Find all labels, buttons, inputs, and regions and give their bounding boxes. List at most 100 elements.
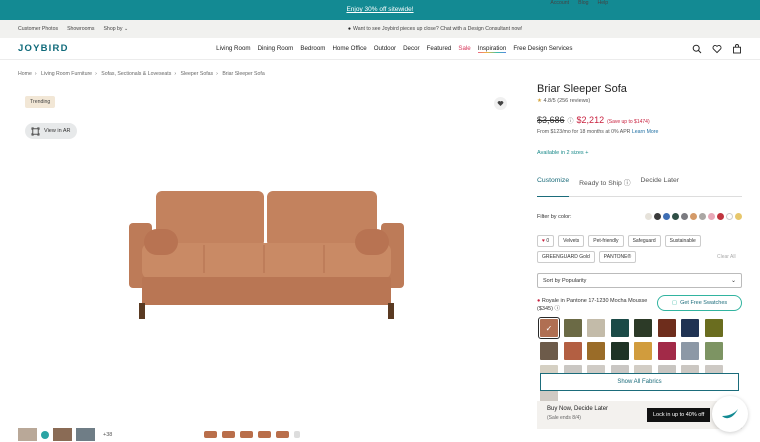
info-icon[interactable]: ⓘ bbox=[554, 306, 560, 312]
breadcrumb-sleeper-sofas[interactable]: Sleeper Sofas bbox=[181, 71, 214, 77]
nav-living-room[interactable]: Living Room bbox=[216, 45, 250, 53]
cart-icon[interactable] bbox=[732, 43, 742, 54]
thumbnail-image[interactable] bbox=[53, 428, 72, 441]
color-filter-dot[interactable] bbox=[717, 213, 724, 220]
nav-dining-room[interactable]: Dining Room bbox=[258, 45, 294, 53]
util-showrooms[interactable]: Showrooms bbox=[67, 26, 94, 32]
color-filter-dot[interactable] bbox=[645, 213, 652, 220]
fabric-swatch[interactable] bbox=[540, 342, 558, 360]
clear-all-link[interactable]: Clear All bbox=[717, 254, 736, 260]
thumbnail-image[interactable] bbox=[18, 428, 37, 441]
chip-safeguard[interactable]: Safeguard bbox=[627, 235, 661, 247]
fabric-swatch[interactable] bbox=[681, 342, 699, 360]
color-filter-dot[interactable] bbox=[672, 213, 679, 220]
logo[interactable]: JOYBIRD bbox=[18, 43, 69, 54]
tab-ready-to-ship[interactable]: Ready to Ship ⓘ bbox=[579, 177, 630, 196]
util-help[interactable]: Help bbox=[598, 0, 609, 6]
variant-thumb[interactable] bbox=[294, 431, 300, 438]
nav-bedroom[interactable]: Bedroom bbox=[300, 45, 325, 53]
nav-home-office[interactable]: Home Office bbox=[332, 45, 366, 53]
color-filter-dot[interactable] bbox=[708, 213, 715, 220]
fabric-swatch[interactable] bbox=[587, 319, 605, 337]
tab-customize[interactable]: Customize bbox=[537, 177, 570, 197]
tab-decide-later[interactable]: Decide Later bbox=[641, 177, 680, 196]
util-customer-photos[interactable]: Customer Photos bbox=[18, 26, 58, 32]
show-all-fabrics-button[interactable]: Show All Fabrics bbox=[540, 373, 739, 391]
util-shop-by[interactable]: Shop by ⌄ bbox=[103, 26, 128, 32]
utility-bar: Customer Photos Showrooms Shop by ⌄ ● Wan… bbox=[0, 0, 760, 38]
bird-icon bbox=[722, 409, 738, 419]
nav-sale[interactable]: Sale bbox=[458, 45, 470, 53]
util-chat-message[interactable]: ● Want to see Joybird pieces up close? Ch… bbox=[128, 26, 742, 32]
chip-sustainable[interactable]: Sustainable bbox=[664, 235, 701, 247]
view-in-ar-button[interactable]: View in AR bbox=[25, 123, 77, 139]
rating[interactable]: ★ 4.8/5 (256 reviews) bbox=[537, 98, 590, 104]
variant-thumb[interactable] bbox=[258, 431, 271, 438]
fabric-swatch[interactable] bbox=[610, 342, 629, 360]
fabric-swatch[interactable] bbox=[634, 342, 652, 360]
fabric-swatch[interactable] bbox=[681, 319, 699, 337]
variant-thumb[interactable] bbox=[204, 431, 217, 438]
fabric-swatch[interactable] bbox=[657, 319, 676, 337]
chip-greenguard[interactable]: GREENGUARD Gold bbox=[537, 251, 595, 263]
fabric-swatch[interactable] bbox=[634, 319, 652, 337]
variant-thumb[interactable] bbox=[222, 431, 235, 438]
filter-chips: ♥ 0 Velvets Pet-friendly Safeguard Susta… bbox=[537, 235, 742, 263]
fabric-swatch-grid: ✓ bbox=[538, 317, 743, 406]
selected-fabric: ● Royale in Pantone 17-1230 Mocha Mousse… bbox=[537, 298, 648, 312]
util-blog[interactable]: Blog bbox=[578, 0, 588, 6]
thumbnail-strip: +38 bbox=[18, 428, 112, 441]
size-variant-thumbnails bbox=[204, 431, 300, 438]
fabric-swatch[interactable]: ✓ bbox=[538, 317, 560, 339]
nav-decor[interactable]: Decor bbox=[403, 45, 420, 53]
variant-thumb[interactable] bbox=[240, 431, 253, 438]
color-filter-dot[interactable] bbox=[681, 213, 688, 220]
sort-select[interactable]: Sort by Popularity ⌄ bbox=[537, 273, 742, 288]
color-filter-dot[interactable] bbox=[726, 213, 733, 220]
fabric-swatch[interactable] bbox=[610, 319, 629, 337]
heart-icon[interactable] bbox=[712, 44, 722, 54]
get-free-swatches-label: Get Free Swatches bbox=[680, 300, 728, 306]
location-pin-icon: ● bbox=[347, 26, 352, 32]
lock-in-button[interactable]: Lock in up to 40% off bbox=[647, 408, 711, 422]
fabric-swatch[interactable] bbox=[563, 319, 582, 337]
chip-pet-friendly[interactable]: Pet-friendly bbox=[588, 235, 624, 247]
get-free-swatches-button[interactable]: ▢ Get Free Swatches bbox=[657, 295, 742, 311]
chip-velvets[interactable]: Velvets bbox=[558, 235, 585, 247]
util-account[interactable]: Account bbox=[550, 0, 569, 6]
breadcrumb-home[interactable]: Home bbox=[18, 71, 32, 77]
favorite-button[interactable] bbox=[494, 97, 507, 110]
breadcrumb-sofas[interactable]: Sofas, Sectionals & Loveseats bbox=[101, 71, 171, 77]
chat-button[interactable] bbox=[712, 396, 748, 432]
color-filter-dot[interactable] bbox=[735, 213, 742, 220]
old-price: $3,686 bbox=[537, 115, 565, 125]
thumbnail-image[interactable] bbox=[76, 428, 95, 441]
color-filter-dot[interactable] bbox=[690, 213, 697, 220]
chip-pantone[interactable]: PANTONE® bbox=[598, 251, 637, 263]
variant-thumb[interactable] bbox=[276, 431, 289, 438]
info-icon[interactable]: ⓘ bbox=[568, 116, 574, 125]
available-sizes-link[interactable]: Available in 2 sizes + bbox=[537, 150, 588, 156]
thumbnail-image[interactable] bbox=[41, 430, 49, 439]
filter-label: Filter by color: bbox=[537, 213, 572, 220]
fabric-swatch[interactable] bbox=[563, 342, 582, 360]
more-images-count[interactable]: +38 bbox=[103, 432, 112, 438]
nav-inspiration[interactable]: Inspiration bbox=[477, 44, 507, 53]
nav-outdoor[interactable]: Outdoor bbox=[374, 45, 396, 53]
color-filter-dot[interactable] bbox=[654, 213, 661, 220]
learn-more-link[interactable]: Learn More bbox=[632, 129, 659, 135]
promo-text[interactable]: Enjoy 30% off sitewide! bbox=[346, 6, 413, 13]
color-filter-dot[interactable] bbox=[663, 213, 670, 220]
view-in-ar-label: View in AR bbox=[44, 128, 71, 134]
config-tabs: Customize Ready to Ship ⓘ Decide Later bbox=[537, 177, 742, 197]
search-icon[interactable] bbox=[692, 44, 702, 54]
fabric-swatch[interactable] bbox=[657, 342, 676, 360]
nav-free-design-services[interactable]: Free Design Services bbox=[513, 45, 572, 53]
nav-featured[interactable]: Featured bbox=[427, 45, 452, 53]
fabric-swatch[interactable] bbox=[704, 342, 723, 360]
color-filter-dot[interactable] bbox=[699, 213, 706, 220]
chip-favorites[interactable]: ♥ 0 bbox=[537, 235, 555, 247]
fabric-swatch[interactable] bbox=[587, 342, 605, 360]
breadcrumb-living-room[interactable]: Living Room Furniture bbox=[41, 71, 92, 77]
fabric-swatch[interactable] bbox=[704, 319, 723, 337]
